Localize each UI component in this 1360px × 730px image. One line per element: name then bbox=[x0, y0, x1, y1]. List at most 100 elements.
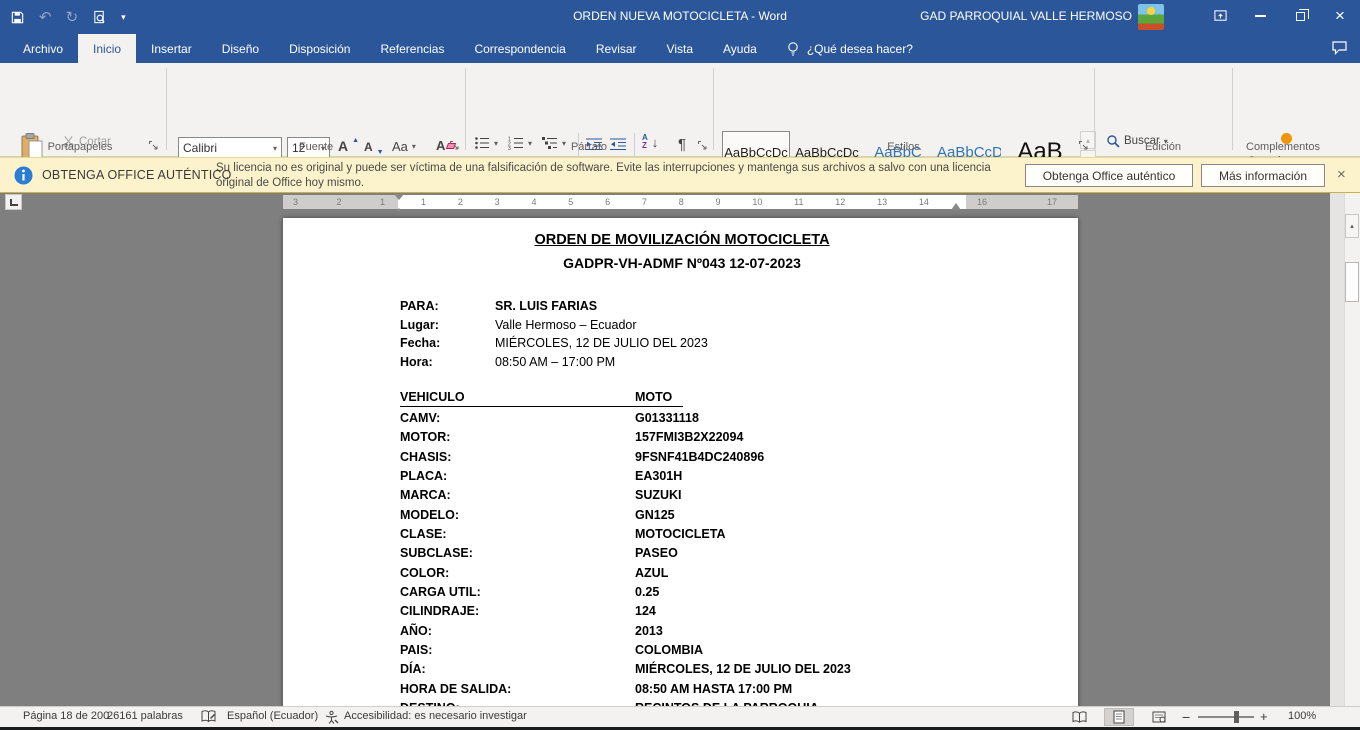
ruler-number: 4 bbox=[531, 195, 536, 209]
info-label: Lugar: bbox=[400, 318, 495, 337]
spec-label: PLACA: bbox=[400, 469, 635, 488]
close-button[interactable]: × bbox=[1320, 0, 1360, 32]
ribbon-tab[interactable]: Ayuda bbox=[708, 34, 772, 63]
right-indent-marker[interactable] bbox=[951, 198, 961, 210]
accessibility-icon[interactable] bbox=[324, 710, 339, 724]
get-genuine-office-button[interactable]: Obtenga Office auténtico bbox=[1025, 164, 1193, 187]
info-icon bbox=[14, 166, 33, 185]
ribbon-tab[interactable]: Vista bbox=[652, 34, 708, 63]
account-name[interactable]: GAD PARROQUIAL VALLE HERMOSO bbox=[920, 9, 1132, 23]
zoom-out-icon[interactable]: − bbox=[1182, 709, 1190, 725]
styles-group-label: Estilos bbox=[715, 141, 1092, 153]
spec-label: SUBCLASE: bbox=[400, 546, 635, 565]
clipboard-dialog-launcher-icon[interactable] bbox=[148, 140, 160, 152]
paragraph-dialog-launcher-icon[interactable] bbox=[697, 140, 709, 152]
spec-row: MODELO: GN125 bbox=[400, 508, 851, 527]
proofing-icon[interactable] bbox=[201, 710, 216, 723]
redo-icon: ↻ bbox=[66, 10, 79, 25]
spec-label: CLASE: bbox=[400, 527, 635, 546]
info-row: PARA: SR. LUIS FARIAS bbox=[400, 299, 708, 318]
spec-value: AZUL bbox=[635, 566, 668, 585]
zoom-slider-thumb[interactable] bbox=[1234, 711, 1239, 723]
document-page[interactable]: ORDEN DE MOVILIZACIÓN MOTOCICLETA GADPR-… bbox=[283, 218, 1078, 706]
zoom-slider[interactable] bbox=[1198, 716, 1254, 718]
comments-icon[interactable] bbox=[1331, 40, 1348, 55]
ribbon-tab[interactable]: Inicio bbox=[78, 34, 136, 63]
spec-row: AÑO: 2013 bbox=[400, 624, 851, 643]
read-mode-button[interactable] bbox=[1064, 708, 1094, 726]
ribbon-tab[interactable]: Referencias bbox=[365, 34, 459, 63]
ruler-number: 11 bbox=[794, 195, 803, 209]
tab-selector[interactable] bbox=[5, 194, 22, 210]
ribbon-tab[interactable]: Disposición bbox=[274, 34, 365, 63]
warning-close-icon[interactable]: × bbox=[1337, 166, 1346, 183]
learn-more-button[interactable]: Más información bbox=[1201, 164, 1325, 187]
font-dialog-launcher-icon[interactable] bbox=[449, 140, 461, 152]
spec-value: SUZUKI bbox=[635, 488, 682, 507]
ruler-number: 2 bbox=[458, 195, 463, 209]
word-count[interactable]: 26161 palabras bbox=[107, 710, 183, 722]
avatar[interactable] bbox=[1138, 4, 1164, 30]
info-label: Hora: bbox=[400, 355, 495, 374]
ribbon-tab[interactable]: Insertar bbox=[136, 34, 207, 63]
ribbon-display-options-button[interactable] bbox=[1200, 0, 1240, 32]
ruler-number: 3 bbox=[495, 195, 500, 209]
tell-me-label: ¿Qué desea hacer? bbox=[807, 42, 913, 56]
paragraph-group-label: Párrafo bbox=[466, 141, 712, 153]
ruler-number: 7 bbox=[642, 195, 647, 209]
spec-value: COLOMBIA bbox=[635, 643, 703, 662]
spec-value: 08:50 AM HASTA 17:00 PM bbox=[635, 682, 792, 701]
print-layout-button[interactable] bbox=[1104, 708, 1134, 726]
ruler-number: 8 bbox=[679, 195, 684, 209]
spec-label: MARCA: bbox=[400, 488, 635, 507]
zoom-level[interactable]: 100% bbox=[1288, 710, 1316, 722]
spec-label: CARGA UTIL: bbox=[400, 585, 635, 604]
zoom-in-icon[interactable]: + bbox=[1260, 709, 1268, 724]
styles-dialog-launcher-icon[interactable] bbox=[1078, 140, 1090, 152]
customize-qat-icon[interactable]: ▾ bbox=[121, 13, 126, 22]
vehicle-header-right: MOTO bbox=[635, 390, 672, 404]
spec-row: CLASE: MOTOCICLETA bbox=[400, 527, 851, 546]
spec-row: HORA DE SALIDA: 08:50 AM HASTA 17:00 PM bbox=[400, 682, 851, 701]
print-preview-icon[interactable] bbox=[92, 10, 107, 25]
tell-me-box[interactable]: ¿Qué desea hacer? bbox=[786, 34, 913, 63]
horizontal-ruler[interactable]: 321 1234567891011121314 1617 bbox=[283, 195, 1078, 209]
spec-row: DÍA: MIÉRCOLES, 12 DE JULIO DEL 2023 bbox=[400, 662, 851, 681]
language-indicator[interactable]: Español (Ecuador) bbox=[227, 710, 318, 722]
spec-row: COLOR: AZUL bbox=[400, 566, 851, 585]
spec-label: AÑO: bbox=[400, 624, 635, 643]
spec-value: 157FMI3B2X22094 bbox=[635, 430, 743, 449]
document-area: ORDEN DE MOVILIZACIÓN MOTOCICLETA GADPR-… bbox=[0, 211, 1330, 706]
ruler-number: 5 bbox=[568, 195, 573, 209]
ruler-number: 16 bbox=[977, 195, 987, 209]
save-icon[interactable] bbox=[10, 10, 25, 25]
ribbon-tab[interactable]: Correspondencia bbox=[459, 34, 580, 63]
ruler-number: 3 bbox=[293, 195, 298, 209]
spec-label: MODELO: bbox=[400, 508, 635, 527]
document-spec-block: CAMV: G01331118 MOTOR: 157FMI3B2X22094 C… bbox=[400, 411, 851, 706]
ruler-number: 1 bbox=[380, 195, 385, 209]
ruler-number: 14 bbox=[919, 195, 929, 209]
ruler-number: 2 bbox=[336, 195, 341, 209]
editing-group-label: Edición bbox=[1095, 141, 1231, 153]
spec-row: MOTOR: 157FMI3B2X22094 bbox=[400, 430, 851, 449]
spec-value: G01331118 bbox=[635, 411, 699, 430]
warning-title: OBTENGA OFFICE AUTÉNTICO bbox=[42, 168, 232, 182]
web-layout-button[interactable] bbox=[1144, 708, 1174, 726]
ruler-number: 13 bbox=[877, 195, 887, 209]
ribbon-tab[interactable]: Revisar bbox=[581, 34, 652, 63]
restore-button[interactable] bbox=[1280, 0, 1320, 32]
ruler-number: 9 bbox=[716, 195, 721, 209]
ribbon-tab[interactable]: Diseño bbox=[207, 34, 274, 63]
minimize-button[interactable] bbox=[1240, 0, 1280, 32]
info-label: Fecha: bbox=[400, 336, 495, 355]
ribbon-tab[interactable]: Archivo bbox=[8, 34, 78, 63]
scrollbar-thumb[interactable] bbox=[1345, 262, 1359, 302]
spec-value: 0.25 bbox=[635, 585, 659, 604]
addins-group-label: Complementos bbox=[1233, 141, 1333, 153]
info-value: 08:50 AM – 17:00 PM bbox=[495, 355, 615, 374]
accessibility-status[interactable]: Accesibilidad: es necesario investigar bbox=[344, 710, 527, 722]
scroll-up-icon[interactable]: ▴ bbox=[1345, 214, 1359, 238]
document-subtitle: GADPR-VH-ADMF Nº043 12-07-2023 bbox=[398, 255, 966, 271]
page-indicator[interactable]: Página 18 de 200 bbox=[23, 710, 109, 722]
